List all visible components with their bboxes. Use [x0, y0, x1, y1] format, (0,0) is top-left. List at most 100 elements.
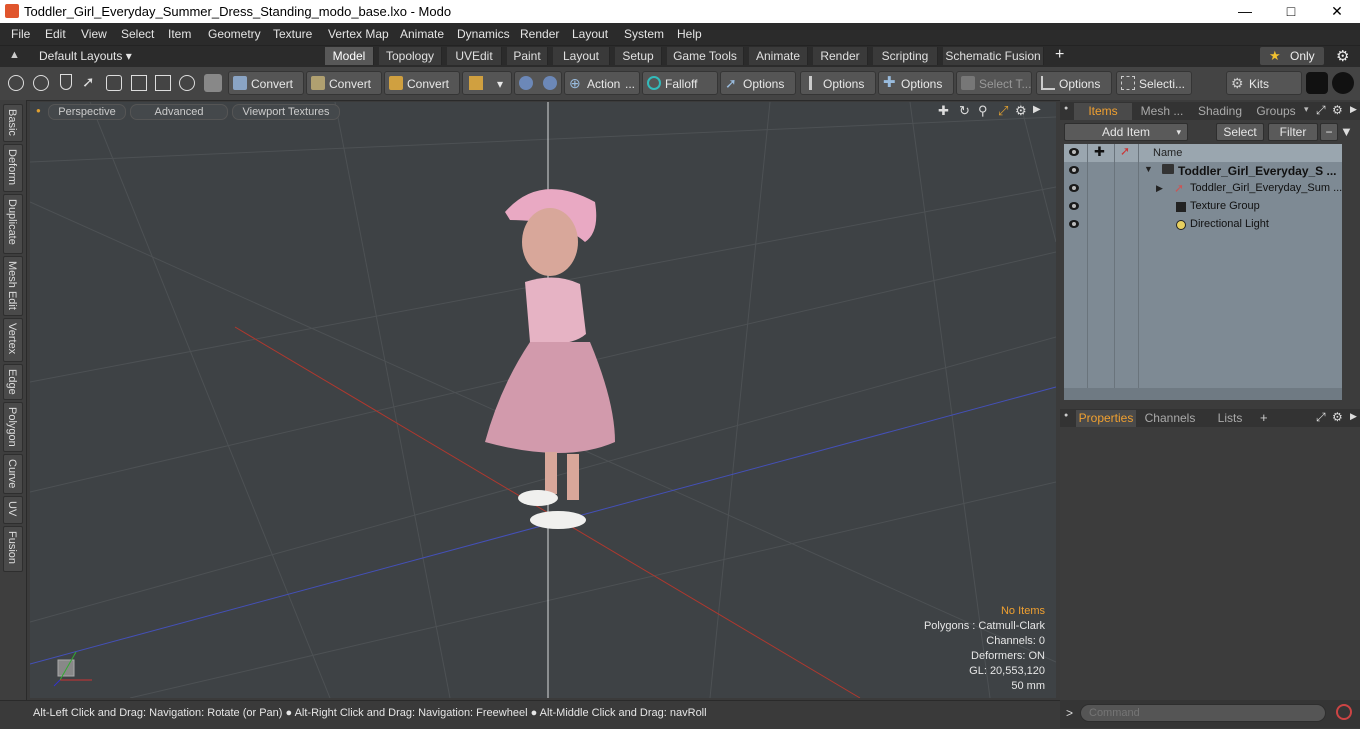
list-item-texture-group[interactable]: Texture Group [1064, 198, 1342, 216]
panel-menu-icon[interactable]: ● [1064, 412, 1068, 419]
menu-render[interactable]: Render [520, 27, 559, 41]
only-toggle[interactable]: ★ Only [1260, 47, 1324, 65]
menu-texture[interactable]: Texture [273, 27, 312, 41]
menu-view[interactable]: View [81, 27, 107, 41]
pivot-icon[interactable] [179, 75, 195, 91]
options-button-4[interactable]: Options [1036, 71, 1112, 95]
menu-select[interactable]: Select [121, 27, 154, 41]
expand-panel-icon[interactable]: ⤢ [1316, 103, 1326, 118]
maximize-view-icon[interactable]: ⤢ [998, 103, 1008, 119]
tab-layout[interactable]: Layout [553, 47, 610, 65]
tab-fusion[interactable]: Fusion [3, 526, 23, 572]
tab-render[interactable]: Render [813, 47, 868, 65]
tab-edge[interactable]: Edge [3, 364, 23, 400]
menu-system[interactable]: System [624, 27, 664, 41]
funnel-icon[interactable]: ▼ [1340, 124, 1353, 139]
expand-panel-icon[interactable]: ⤢ [1316, 410, 1326, 425]
tab-uvedit[interactable]: UVEdit [447, 47, 502, 65]
tab-properties[interactable]: Properties [1076, 410, 1136, 427]
menu-help[interactable]: Help [677, 27, 702, 41]
list-scrollbar[interactable] [1064, 388, 1342, 400]
pointer-icon[interactable]: ➚ [82, 73, 96, 91]
tab-items[interactable]: Items [1074, 103, 1132, 120]
expand-arrow-icon[interactable]: ▼ [1144, 164, 1153, 174]
panel-menu-icon[interactable]: ● [1064, 105, 1068, 112]
panel-gear-icon[interactable]: ⚙ [1332, 103, 1343, 117]
viewport-gear-icon[interactable]: ⚙ [1015, 103, 1027, 119]
menu-layout[interactable]: Layout [572, 27, 608, 41]
kits-button[interactable]: ⚙ Kits [1226, 71, 1302, 95]
add-item-button[interactable]: Add Item ▾ [1064, 123, 1188, 141]
action-button[interactable]: ⊕ Action... [564, 71, 640, 95]
eye-icon[interactable] [1069, 184, 1079, 192]
tab-polygon[interactable]: Polygon [3, 402, 23, 452]
primitive-dropdown[interactable]: ▾ [462, 71, 512, 95]
tab-overflow-icon[interactable]: ▾ [1304, 104, 1309, 115]
rotate-view-icon[interactable]: ↻ [959, 103, 970, 119]
menu-animate[interactable]: Animate [400, 27, 444, 41]
convert-button-3[interactable]: Convert [384, 71, 460, 95]
select-through-button[interactable]: Select T... [956, 71, 1032, 95]
move-view-icon[interactable]: ✚ [938, 103, 949, 119]
panel-expand-icon[interactable]: ▶ [1350, 104, 1357, 115]
tab-channels[interactable]: Channels [1140, 410, 1200, 427]
perspective-button[interactable]: Perspective [48, 104, 126, 120]
expand-arrow-icon[interactable]: ▶ [1156, 183, 1163, 194]
options-button-3[interactable]: ✚ Options [878, 71, 954, 95]
eye-icon[interactable] [1069, 202, 1079, 210]
tab-model[interactable]: Model [325, 47, 374, 65]
materials-mode-icon[interactable] [155, 75, 171, 91]
add-tab-button[interactable]: + [1260, 410, 1268, 425]
add-layout-button[interactable]: + [1055, 46, 1064, 64]
eye-icon[interactable] [1069, 166, 1079, 174]
tab-shading[interactable]: Shading [1192, 103, 1248, 120]
cube-icon[interactable] [204, 74, 222, 92]
tab-mesh-edit[interactable]: Mesh Edit [3, 256, 23, 316]
tab-lists[interactable]: Lists [1204, 410, 1256, 427]
unreal-icon[interactable] [1332, 72, 1354, 94]
tab-mesh[interactable]: Mesh ... [1134, 103, 1190, 120]
tab-setup[interactable]: Setup [615, 47, 662, 65]
vertices-mode-icon[interactable] [8, 75, 24, 91]
tab-deform[interactable]: Deform [3, 144, 23, 192]
menu-edit[interactable]: Edit [45, 27, 66, 41]
tab-groups[interactable]: Groups [1250, 103, 1302, 120]
menu-file[interactable]: File [11, 27, 30, 41]
tab-paint[interactable]: Paint [507, 47, 548, 65]
viewport-textures-button[interactable]: Viewport Textures [232, 104, 340, 120]
model-figure[interactable] [485, 189, 615, 529]
filter-button[interactable]: Filter [1268, 123, 1318, 141]
collapse-arrow-icon[interactable]: ▲ [9, 49, 20, 61]
eye-icon[interactable] [1069, 220, 1079, 228]
selection-button[interactable]: Selecti... [1116, 71, 1192, 95]
tab-basic[interactable]: Basic [3, 104, 23, 142]
menu-geometry[interactable]: Geometry [208, 27, 261, 41]
tab-game-tools[interactable]: Game Tools [667, 47, 744, 65]
zoom-icon[interactable]: ⚲ [978, 103, 988, 119]
polygons-mode-icon[interactable] [106, 75, 122, 91]
globe-icon[interactable] [33, 75, 49, 91]
menu-dynamics[interactable]: Dynamics [457, 27, 510, 41]
tab-scripting[interactable]: Scripting [873, 47, 938, 65]
minimize-button[interactable]: — [1222, 0, 1268, 23]
unity-icon[interactable] [1306, 72, 1328, 94]
select-button[interactable]: Select [1216, 123, 1264, 141]
viewport-menu-icon[interactable]: ● [36, 106, 41, 115]
tab-animate[interactable]: Animate [749, 47, 808, 65]
list-item-mesh[interactable]: ▶ ➚ Toddler_Girl_Everyday_Sum ... [1064, 180, 1342, 198]
convert-button-2[interactable]: Convert [306, 71, 382, 95]
collapse-icon[interactable]: − [1320, 123, 1338, 141]
tab-vertex[interactable]: Vertex [3, 318, 23, 362]
symmetry-button[interactable] [514, 71, 562, 95]
layout-selector[interactable]: Default Layouts ▾ [39, 49, 132, 63]
record-icon[interactable] [1336, 704, 1352, 720]
items-mode-icon[interactable] [131, 75, 147, 91]
gear-icon[interactable]: ⚙ [1336, 47, 1349, 65]
list-item-directional-light[interactable]: Directional Light [1064, 216, 1342, 234]
viewport-expand-icon[interactable]: ▶ [1033, 104, 1041, 115]
convert-button-1[interactable]: Convert [228, 71, 304, 95]
tab-topology[interactable]: Topology [379, 47, 442, 65]
tab-duplicate[interactable]: Duplicate [3, 194, 23, 254]
tab-schematic-fusion[interactable]: Schematic Fusion [943, 47, 1044, 65]
panel-gear-icon[interactable]: ⚙ [1332, 410, 1343, 424]
